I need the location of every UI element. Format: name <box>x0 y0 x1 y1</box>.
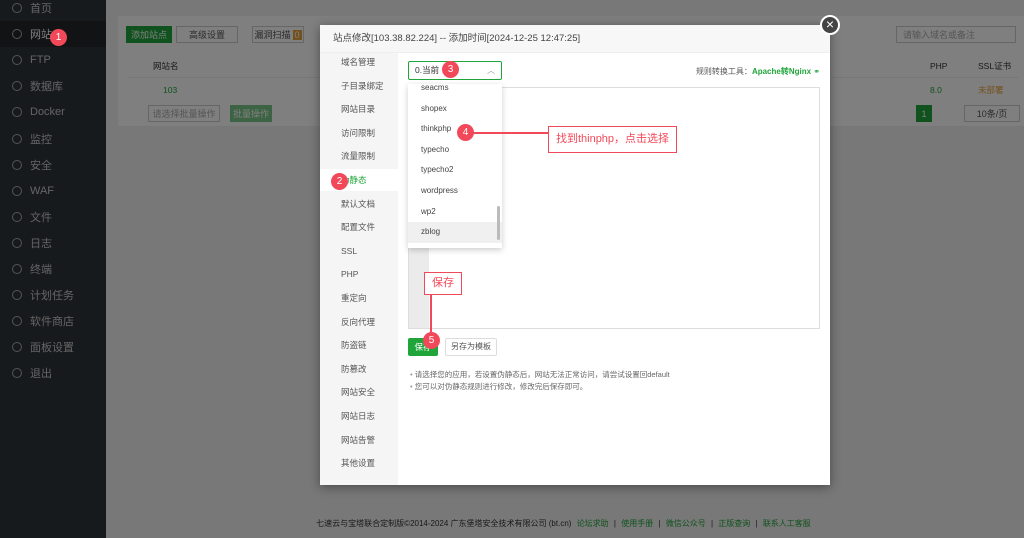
modal-title: 站点修改[103.38.82.224] -- 添加时间[2024-12-25 1… <box>320 25 830 53</box>
modal-nav-item[interactable]: 网站安全 <box>320 381 398 403</box>
modal-nav-item[interactable]: 域名管理 <box>320 51 398 73</box>
modal-nav-item[interactable]: 防篡改 <box>320 358 398 380</box>
modal-nav-item[interactable]: 防盗链 <box>320 334 398 356</box>
step-badge-5: 5 <box>423 332 440 349</box>
dropdown-option[interactable]: wordpress <box>408 181 502 202</box>
apache-to-nginx-link[interactable]: Apache转Nginx <box>752 67 811 76</box>
dropdown-option[interactable]: typecho <box>408 140 502 161</box>
dropdown-option[interactable]: wp2 <box>408 202 502 223</box>
link-icon: ⚭ <box>813 67 820 76</box>
site-edit-modal: 站点修改[103.38.82.224] -- 添加时间[2024-12-25 1… <box>320 15 840 485</box>
tool-label: 规则转换工具： <box>695 67 752 76</box>
convert-tool: 规则转换工具：Apache转Nginx ⚭ <box>696 66 820 77</box>
modal-nav-item[interactable]: 网站告警 <box>320 429 398 451</box>
tip: 您可以对伪静态规则进行修改，修改完后保存即可。 <box>410 381 670 393</box>
dropdown-option[interactable]: typecho2 <box>408 160 502 181</box>
modal-nav-item[interactable]: 流量限制 <box>320 145 398 167</box>
callout-thinkphp: 找到thinphp，点击选择 <box>548 126 677 153</box>
modal-nav-item[interactable]: PHP <box>320 263 398 285</box>
select-value: 0.当前 <box>415 65 440 75</box>
modal-nav-item[interactable]: 子目录绑定 <box>320 75 398 97</box>
modal-nav-item[interactable]: 重定向 <box>320 287 398 309</box>
dropdown-option[interactable]: shopex <box>408 99 502 120</box>
modal-nav: 域名管理 子目录绑定 网站目录 访问限制 流量限制 伪静态 默认文档 配置文件 SSL PHP 重定… <box>320 53 398 485</box>
callout-line <box>430 295 432 333</box>
step-badge-1: 1 <box>50 29 67 46</box>
save-as-template-button[interactable]: 另存为模板 <box>445 338 497 356</box>
modal-nav-item[interactable]: 访问限制 <box>320 122 398 144</box>
modal-nav-item[interactable]: 网站日志 <box>320 405 398 427</box>
tip: 请选择您的应用，若设置伪静态后，网站无法正常访问，请尝试设置回default <box>410 369 670 381</box>
modal-nav-item[interactable]: 其他设置 <box>320 452 398 474</box>
modal-nav-item[interactable]: 配置文件 <box>320 216 398 238</box>
tips: 请选择您的应用，若设置伪静态后，网站无法正常访问，请尝试设置回default 您… <box>410 369 670 393</box>
step-badge-4: 4 <box>457 124 474 141</box>
callout-save: 保存 <box>424 272 462 295</box>
modal-nav-item[interactable]: SSL <box>320 240 398 262</box>
step-badge-3: 3 <box>442 61 459 78</box>
rewrite-panel: 0.当前 ︿ 规则转换工具：Apache转Nginx ⚭ seacms shopex… <box>398 53 830 485</box>
modal-nav-item[interactable]: 反向代理 <box>320 311 398 333</box>
chevron-up-icon: ︿ <box>487 66 495 75</box>
dropdown-scrollbar[interactable] <box>497 206 500 240</box>
dropdown-option[interactable]: zblog <box>408 222 502 243</box>
template-dropdown: seacms shopex thinkphp typecho typecho2 wordp… <box>408 84 502 248</box>
close-icon[interactable]: × <box>820 15 840 35</box>
modal-nav-item[interactable]: 默认文档 <box>320 193 398 215</box>
callout-line <box>472 132 548 134</box>
dropdown-option[interactable]: thinkphp <box>408 119 502 140</box>
modal-nav-item[interactable]: 网站目录 <box>320 98 398 120</box>
dropdown-option[interactable]: seacms <box>408 84 502 99</box>
step-badge-2: 2 <box>331 173 348 190</box>
